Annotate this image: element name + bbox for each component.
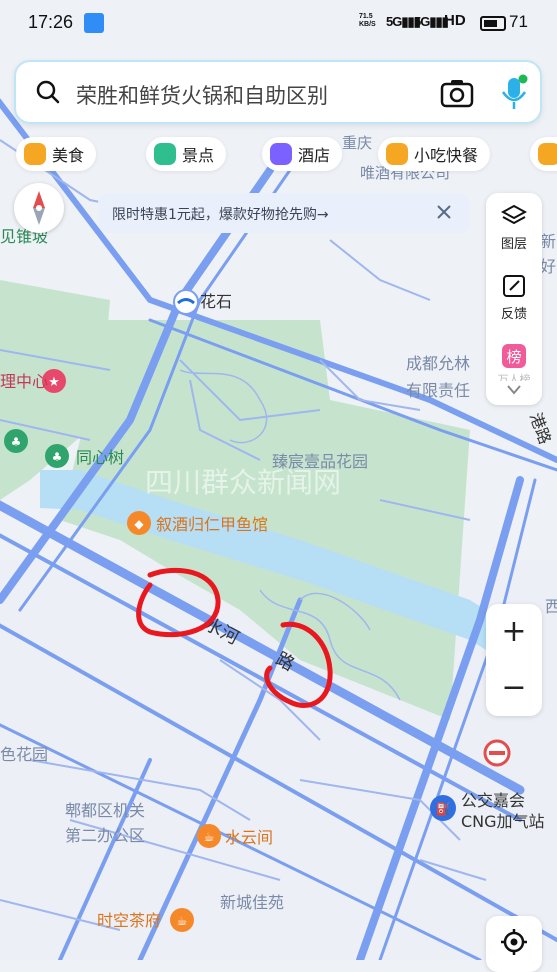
poi-restaurant-icon[interactable]: ◆ — [127, 511, 151, 535]
svg-text:⛽: ⛽ — [436, 802, 451, 816]
no-entry-sign-icon — [483, 739, 511, 767]
net-speed-unit: KB/S — [359, 21, 376, 28]
signal-1-label: 5G — [386, 14, 402, 29]
label-rightedge-2: 好 — [540, 257, 556, 276]
layers-icon — [501, 204, 527, 225]
svg-text:♣: ♣ — [11, 435, 22, 449]
category-scenic-label: 景点 — [182, 146, 215, 165]
label-shikong: 时空茶府 — [97, 911, 161, 930]
poi-tree-icon-1[interactable]: ♣ — [4, 429, 28, 453]
poi-cafe-icon-1[interactable]: ☕ — [197, 824, 221, 848]
status-bar: 17:26 71.5 KB/S 5G▮▮▮ 5G▮▮▮ HD 71 — [0, 0, 557, 48]
label-shuiyunjian: 水云间 — [225, 828, 273, 847]
watermark: 四川群众新闻网 — [145, 466, 341, 499]
close-icon[interactable] — [435, 203, 453, 221]
zoom-out-button[interactable]: − — [486, 660, 542, 716]
hd-indicator: HD — [444, 12, 466, 29]
label-top-company: 重庆 — [342, 134, 372, 152]
snack-icon — [386, 143, 408, 165]
label-chengdu-1: 成都允林 — [406, 354, 470, 373]
scenic-icon — [154, 143, 176, 165]
compass-icon — [33, 191, 45, 225]
net-speed-value: 71.5 — [359, 13, 373, 20]
signal-2-label: 5G — [414, 14, 430, 29]
compass-button[interactable] — [14, 183, 64, 233]
category-food[interactable]: 美食 — [16, 137, 97, 171]
label-jiujiu: 叙酒归仁甲鱼馆 — [156, 515, 268, 534]
label-leftedge-center: 理中心 — [0, 372, 48, 391]
locate-icon — [501, 929, 527, 955]
layers-button[interactable]: 图层 — [486, 193, 542, 263]
label-pidu-2: 第二办公区 — [65, 826, 145, 845]
hotel-icon — [270, 143, 292, 165]
search-icon — [36, 80, 60, 104]
map-side-panel: 图层 反馈 榜 万人榜 — [486, 193, 542, 405]
category-scenic[interactable]: 景点 — [146, 137, 227, 171]
label-xincheng: 新城佳苑 — [220, 893, 284, 912]
ranking-icon: 榜 — [502, 344, 526, 368]
promo-notice[interactable]: 限时特惠1元起，爆款好物抢先购→ — [98, 193, 470, 233]
category-food-label: 美食 — [52, 146, 85, 165]
zoom-control: + − — [486, 604, 542, 716]
svg-text:★: ★ — [48, 375, 60, 390]
poi-gas-station-icon[interactable]: ⛽ — [430, 795, 456, 821]
label-tongxinshu: 同心树 — [76, 448, 124, 467]
poi-cafe-icon-2[interactable]: ☕ — [170, 908, 194, 932]
label-leftedge-garden: 色花园 — [0, 745, 48, 764]
signal-icon-2: 5G▮▮▮ — [414, 14, 449, 29]
chevron-down-icon[interactable] — [505, 383, 523, 397]
locate-button[interactable] — [486, 916, 542, 972]
feedback-icon — [503, 275, 525, 297]
search-bar[interactable]: 荣胜和鲜货火锅和自助区别 — [14, 60, 542, 124]
camera-icon[interactable] — [440, 78, 474, 108]
metro-station-icon[interactable] — [173, 289, 199, 315]
svg-text:◆: ◆ — [134, 517, 144, 531]
layers-label: 图层 — [500, 237, 527, 252]
svg-text:☕: ☕ — [204, 830, 215, 844]
label-huashi: 花石 — [200, 292, 232, 311]
zoom-in-button[interactable]: + — [486, 604, 542, 660]
category-snack[interactable]: 小吃快餐 — [378, 137, 491, 171]
category-hotel-label: 酒店 — [298, 146, 331, 165]
search-query[interactable]: 荣胜和鲜货火锅和自助区别 — [76, 80, 328, 110]
ranking-label: 万人榜 — [497, 373, 531, 381]
promo-notice-text[interactable]: 限时特惠1元起，爆款好物抢先购→ — [112, 204, 329, 224]
battery-level: 71 — [509, 12, 528, 31]
voice-search-icon[interactable] — [500, 74, 528, 112]
network-speed: 71.5 KB/S — [359, 13, 376, 29]
category-more[interactable] — [530, 137, 557, 171]
label-bus-station-1: 公交嘉会 — [461, 791, 525, 810]
category-snack-label: 小吃快餐 — [414, 146, 479, 165]
ranking-badge-text: 榜 — [506, 348, 521, 366]
svg-text:☕: ☕ — [177, 914, 188, 928]
status-time: 17:26 — [28, 12, 74, 32]
feedback-label: 反馈 — [500, 307, 527, 322]
more-category-icon — [538, 143, 557, 165]
label-rightedge-1: 新 — [540, 232, 556, 251]
battery-icon — [480, 16, 506, 31]
feedback-button[interactable]: 反馈 — [486, 263, 542, 333]
food-icon — [24, 143, 46, 165]
label-chengdu-2: 有限责任 — [406, 381, 470, 400]
label-pidu-1: 郫都区机关 — [65, 801, 145, 820]
label-bus-station-2: CNG加气站 — [461, 812, 545, 831]
location-arrow-icon — [84, 13, 104, 33]
label-xi: 西 — [545, 597, 557, 616]
category-hotel[interactable]: 酒店 — [262, 137, 343, 171]
poi-tree-icon-2[interactable]: ♣ — [45, 444, 69, 468]
svg-text:♣: ♣ — [52, 450, 63, 464]
